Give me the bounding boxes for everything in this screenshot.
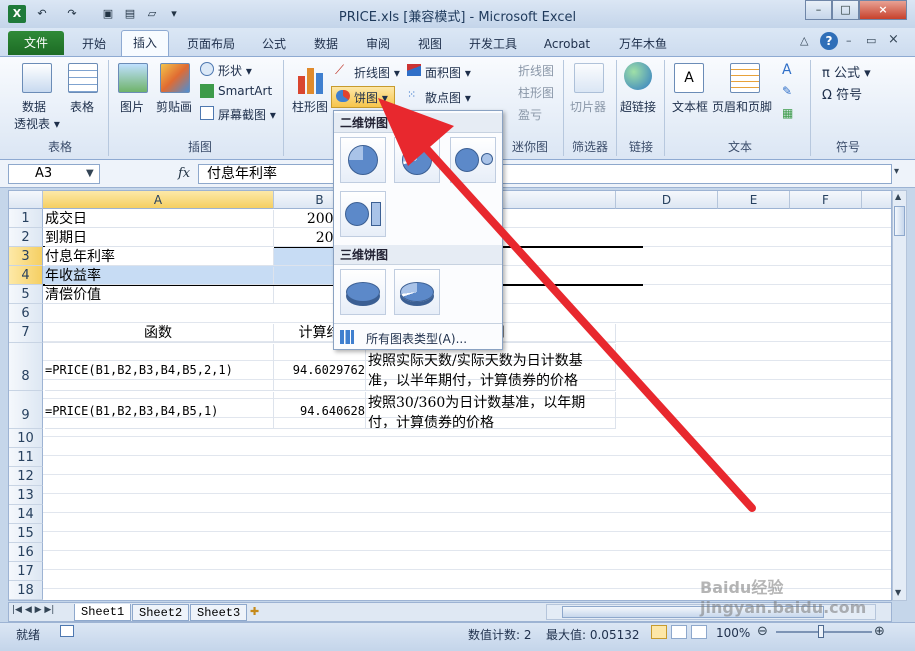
arrow-shaft: [401, 121, 756, 512]
arrow-head: [378, 98, 454, 166]
annotation-arrow: [378, 98, 756, 512]
watermark: Baidu经验 jingyan.baidu.com: [700, 578, 867, 617]
